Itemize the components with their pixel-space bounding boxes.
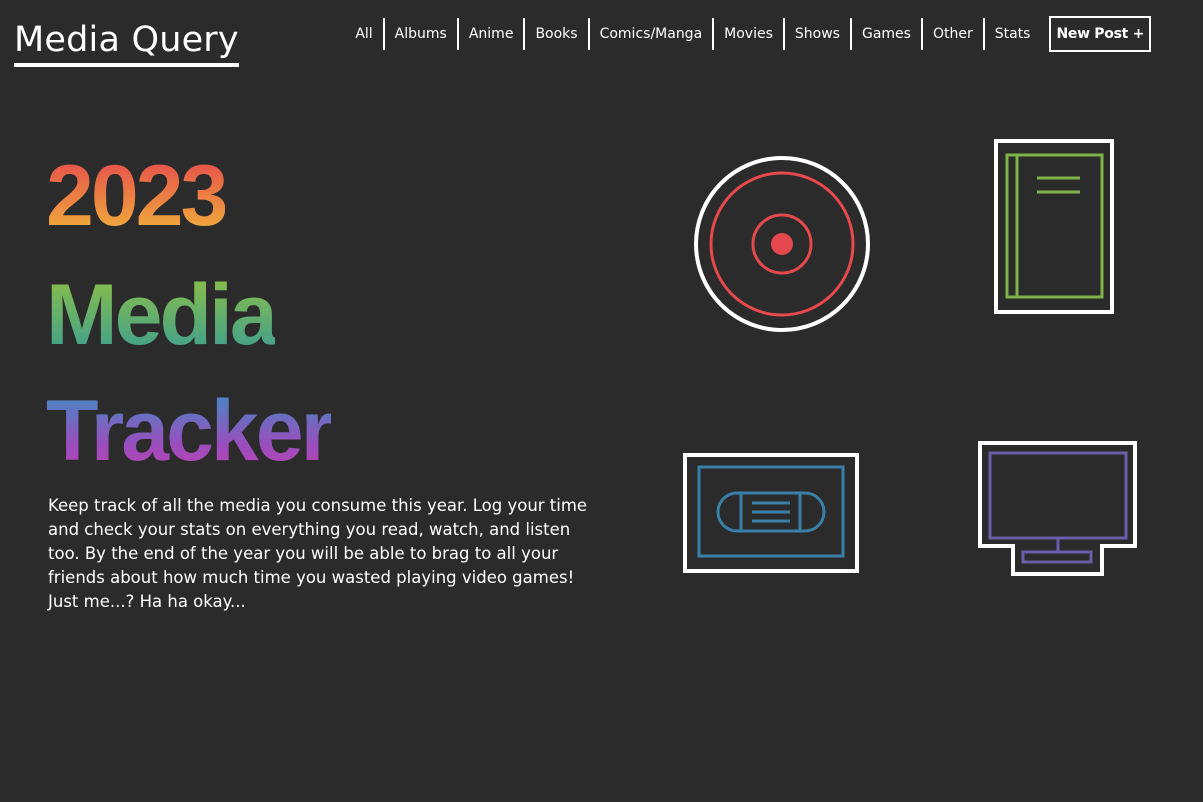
- hero-year: 2023: [46, 148, 228, 244]
- nav-item-anime[interactable]: Anime: [456, 18, 524, 50]
- main-nav: All Albums Anime Books Comics/Manga Movi…: [345, 16, 1151, 52]
- disc-icon: [692, 156, 872, 336]
- hero-media: Media: [46, 267, 278, 363]
- nav-item-games[interactable]: Games: [849, 18, 921, 50]
- vhs-tape-icon: [682, 452, 862, 576]
- book-icon: [993, 138, 1117, 318]
- nav-item-movies[interactable]: Movies: [712, 18, 783, 50]
- site-logo[interactable]: Media Query: [14, 18, 239, 67]
- nav-item-all[interactable]: All: [345, 18, 382, 50]
- tv-monitor-icon: [977, 440, 1141, 580]
- nav-item-stats[interactable]: Stats: [982, 18, 1040, 50]
- page: Media Query All Albums Anime Books Comic…: [0, 0, 1203, 802]
- nav-item-other[interactable]: Other: [920, 18, 983, 50]
- nav-item-books[interactable]: Books: [523, 18, 587, 50]
- new-post-button[interactable]: New Post +: [1049, 16, 1151, 52]
- nav-item-albums[interactable]: Albums: [382, 18, 457, 50]
- nav-item-comics-manga[interactable]: Comics/Manga: [587, 18, 713, 50]
- intro-text: Keep track of all the media you consume …: [48, 496, 588, 611]
- hero-tracker: Tracker: [46, 383, 334, 479]
- nav-item-shows[interactable]: Shows: [782, 18, 850, 50]
